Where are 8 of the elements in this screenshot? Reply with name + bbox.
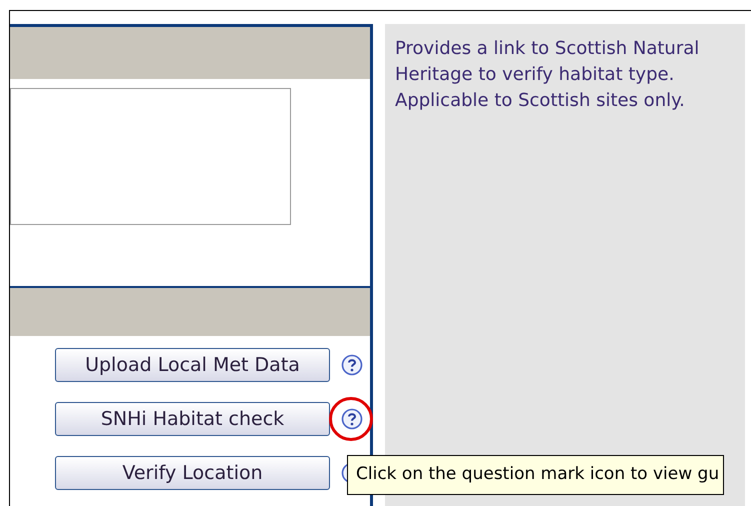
info-text: Provides a link to Scottish Natural Heritage to verify habitat type. Applicable to Scottish sites only. [395, 37, 700, 113]
text-area[interactable] [10, 88, 291, 225]
action-button[interactable]: Verify Location [55, 456, 330, 490]
tooltip: Click on the question mark icon to view gu [347, 455, 724, 495]
help-icon[interactable] [341, 354, 363, 376]
action-button[interactable]: Upload Local Met Data [55, 348, 330, 382]
action-button[interactable]: SNHi Habitat check [55, 402, 330, 436]
help-icon[interactable] [341, 408, 363, 430]
